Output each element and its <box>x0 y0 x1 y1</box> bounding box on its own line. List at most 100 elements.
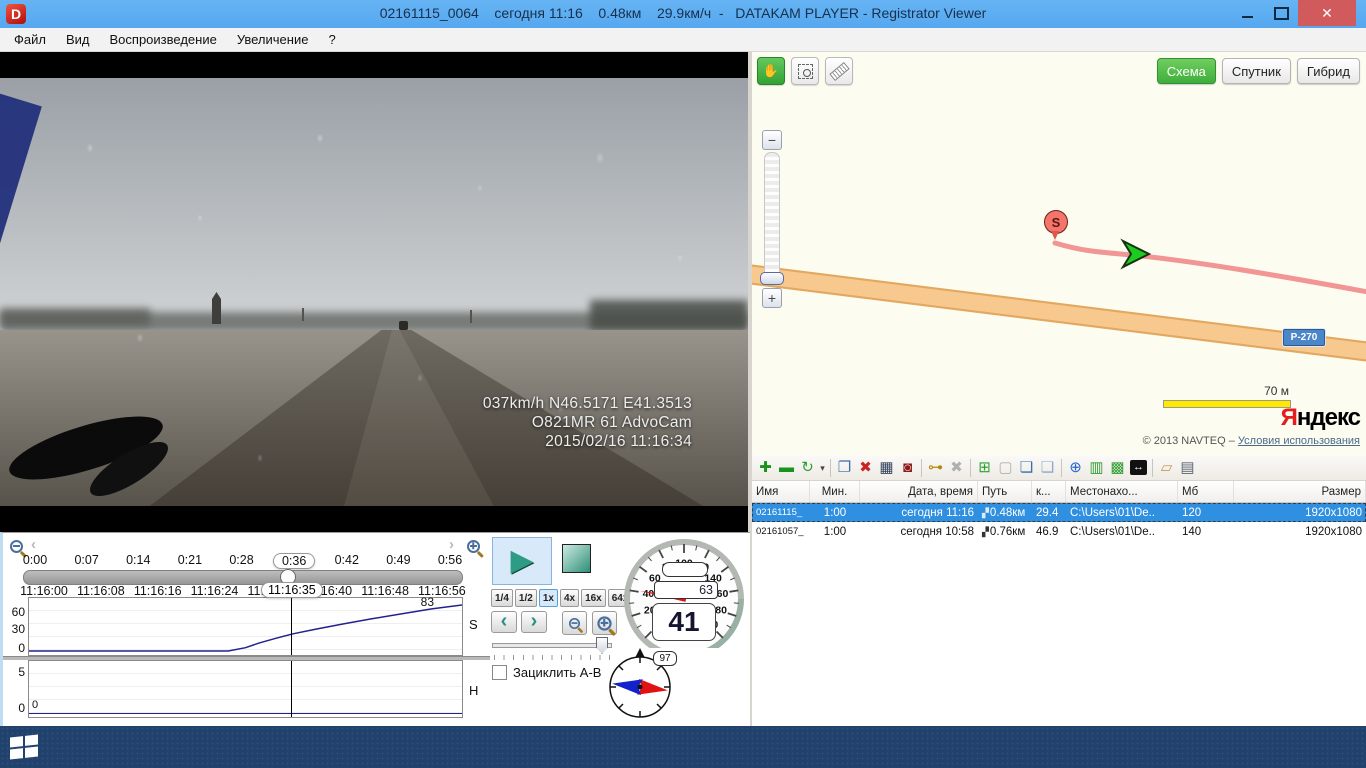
time-tick: 11:16:24 <box>188 584 242 598</box>
zoom-select-icon[interactable] <box>791 57 819 85</box>
next-clip-button[interactable]: › <box>521 611 547 633</box>
time-tick: 0:28 <box>222 553 262 569</box>
layers-icon[interactable]: ❏ <box>1016 456 1037 480</box>
slider-ticks <box>494 655 610 660</box>
loop-checkbox[interactable] <box>492 665 507 680</box>
time-tick: 0:07 <box>67 553 107 569</box>
cell-path-value: 0.76км <box>990 526 1025 538</box>
speed-quarter-button[interactable]: 1/4 <box>491 589 513 607</box>
more-dropdown-icon[interactable]: ▾ <box>818 456 827 480</box>
volume-slider[interactable] <box>492 643 612 648</box>
col-datetime[interactable]: Дата, время <box>860 481 978 502</box>
pan-hand-icon[interactable]: ✋ <box>757 57 785 85</box>
window-buttons: ✕ <box>1230 0 1356 26</box>
col-k[interactable]: к... <box>1032 481 1066 502</box>
timeline-relative-times: 0:00 0:07 0:14 0:21 0:28 0:36 0:42 0:49 … <box>15 553 470 569</box>
timeline-slider[interactable] <box>23 570 463 585</box>
speed-multiplier-buttons: 1/4 1/2 1x 4x 16x 64x <box>491 589 632 607</box>
maximize-button[interactable] <box>1264 0 1298 26</box>
start-button[interactable] <box>10 734 44 760</box>
speed-half-button[interactable]: 1/2 <box>515 589 537 607</box>
map-zoom-in-button[interactable]: + <box>762 288 782 308</box>
mode-satellite-button[interactable]: Спутник <box>1222 58 1291 84</box>
terms-link[interactable]: Условия использования <box>1238 435 1360 447</box>
loop-label: Зациклить A-B <box>513 665 601 680</box>
yandex-logo-red: Я <box>1281 404 1297 431</box>
cell-name: 02161057_ <box>752 526 810 537</box>
video-panel[interactable]: 037km/h N46.5171 E41.3513 O821MR 61 Advo… <box>0 52 748 532</box>
timeline-scroll-right[interactable]: › <box>449 536 454 553</box>
map-zoom-scale[interactable] <box>764 152 780 282</box>
speed-y-label: 30 <box>5 622 25 636</box>
file-table: Имя Мин. Дата, время Путь к... Местонахо… <box>752 481 1366 541</box>
col-mb[interactable]: Мб <box>1178 481 1234 502</box>
speed-16x-button[interactable]: 16x <box>581 589 606 607</box>
add-frame-icon[interactable]: ⊞ <box>974 456 995 480</box>
fullscreen-icon[interactable]: ↔ <box>1130 460 1147 475</box>
copy-icon[interactable]: ❐ <box>834 456 855 480</box>
dashcam-frame: 037km/h N46.5171 E41.3513 O821MR 61 Advo… <box>0 78 748 506</box>
delete-icon[interactable]: ✖ <box>855 456 876 480</box>
mode-scheme-button[interactable]: Схема <box>1157 58 1216 84</box>
col-name[interactable]: Имя <box>752 481 810 502</box>
graph-zoom-out-icon[interactable] <box>562 611 587 635</box>
col-min[interactable]: Мин. <box>810 481 860 502</box>
timeline-scroll-left[interactable]: ‹ <box>31 536 36 553</box>
map-zoom-handle[interactable] <box>760 272 784 285</box>
chart-icon[interactable]: ▥ <box>1086 456 1107 480</box>
save-icon[interactable]: ▦ <box>876 456 897 480</box>
time-tick: 0:42 <box>327 553 367 569</box>
remove-icon[interactable]: ▬ <box>776 456 797 480</box>
graph-cursor <box>291 661 292 717</box>
play-button[interactable]: ▶ <box>492 537 552 585</box>
window-title: 02161115_0064 сегодня 11:16 0.48км 29.9к… <box>0 5 1366 21</box>
snapshot-icon[interactable]: ◙ <box>897 456 918 480</box>
key-icon[interactable]: ⊶ <box>925 456 946 480</box>
graph-zoom-in-icon[interactable] <box>592 611 617 635</box>
table-row[interactable]: 02161115_ 1:00 сегодня 11:16 ▞0.48км 29.… <box>752 503 1366 522</box>
col-location[interactable]: Местонахо... <box>1066 481 1178 502</box>
menu-zoom[interactable]: Увеличение <box>227 32 319 47</box>
menu-playback[interactable]: Воспроизведение <box>100 32 227 47</box>
chart-add-icon[interactable]: ▩ <box>1107 456 1128 480</box>
stop-button[interactable] <box>562 544 591 573</box>
cell-date: сегодня 11:16 <box>860 507 978 519</box>
minimize-button[interactable] <box>1230 0 1264 26</box>
file-toolbar: ✚ ▬ ↻ ▾ ❐ ✖ ▦ ◙ ⊶ ✖ ⊞ ▢ ❏ ❏ ⊕ ▥ ▩ ↔ ▱ ▤ <box>752 455 1366 481</box>
map-scale-label: 70 м <box>1163 384 1289 398</box>
height-graph[interactable]: 0 <box>28 660 463 718</box>
notes-icon[interactable]: ▤ <box>1177 456 1198 480</box>
cell-date: сегодня 10:58 <box>860 526 978 538</box>
speed-4x-button[interactable]: 4x <box>560 589 579 607</box>
cell-k: 29.4 <box>1032 507 1066 519</box>
globe-icon[interactable]: ⊕ <box>1065 456 1086 480</box>
play-icon: ▶ <box>510 546 533 576</box>
refresh-icon[interactable]: ↻ <box>797 456 818 480</box>
mode-hybrid-button[interactable]: Гибрид <box>1297 58 1360 84</box>
col-size[interactable]: Размер <box>1234 481 1366 502</box>
cell-min: 1:00 <box>810 507 860 519</box>
height-y-label: 5 <box>5 665 25 679</box>
speed-1x-button[interactable]: 1x <box>539 589 558 607</box>
map-zoom-out-button[interactable]: − <box>762 130 782 150</box>
layers-alt-icon[interactable]: ❏ <box>1037 456 1058 480</box>
ruler-icon[interactable] <box>825 57 853 85</box>
osd-plate-model: O821MR 61 AdvoCam <box>483 413 692 432</box>
speed-curve-canvas <box>29 598 462 655</box>
menu-file[interactable]: Файл <box>4 32 56 47</box>
time-tick: 0:49 <box>378 553 418 569</box>
map-view[interactable]: S Р-270 ✋ Схема Спутник Гибрид − + 70 м … <box>752 52 1366 455</box>
speed-curve <box>29 605 462 651</box>
menu-help[interactable]: ? <box>318 32 345 47</box>
folder-search-icon[interactable]: ▱ <box>1156 456 1177 480</box>
menu-view[interactable]: Вид <box>56 32 100 47</box>
prev-clip-button[interactable]: ‹ <box>491 611 517 633</box>
table-row[interactable]: 02161057_ 1:00 сегодня 10:58 ▞0.76км 46.… <box>752 522 1366 541</box>
datakam-player-window: D 02161115_0064 сегодня 11:16 0.48км 29.… <box>0 0 1366 768</box>
speed-graph[interactable]: 83 <box>28 597 463 656</box>
col-path[interactable]: Путь <box>978 481 1032 502</box>
close-button[interactable]: ✕ <box>1298 0 1356 26</box>
add-icon[interactable]: ✚ <box>755 456 776 480</box>
speedometer-gauge: 020406080100120140160180200 63 41 <box>616 535 752 657</box>
cell-size: 1920x1080 <box>1234 526 1366 538</box>
